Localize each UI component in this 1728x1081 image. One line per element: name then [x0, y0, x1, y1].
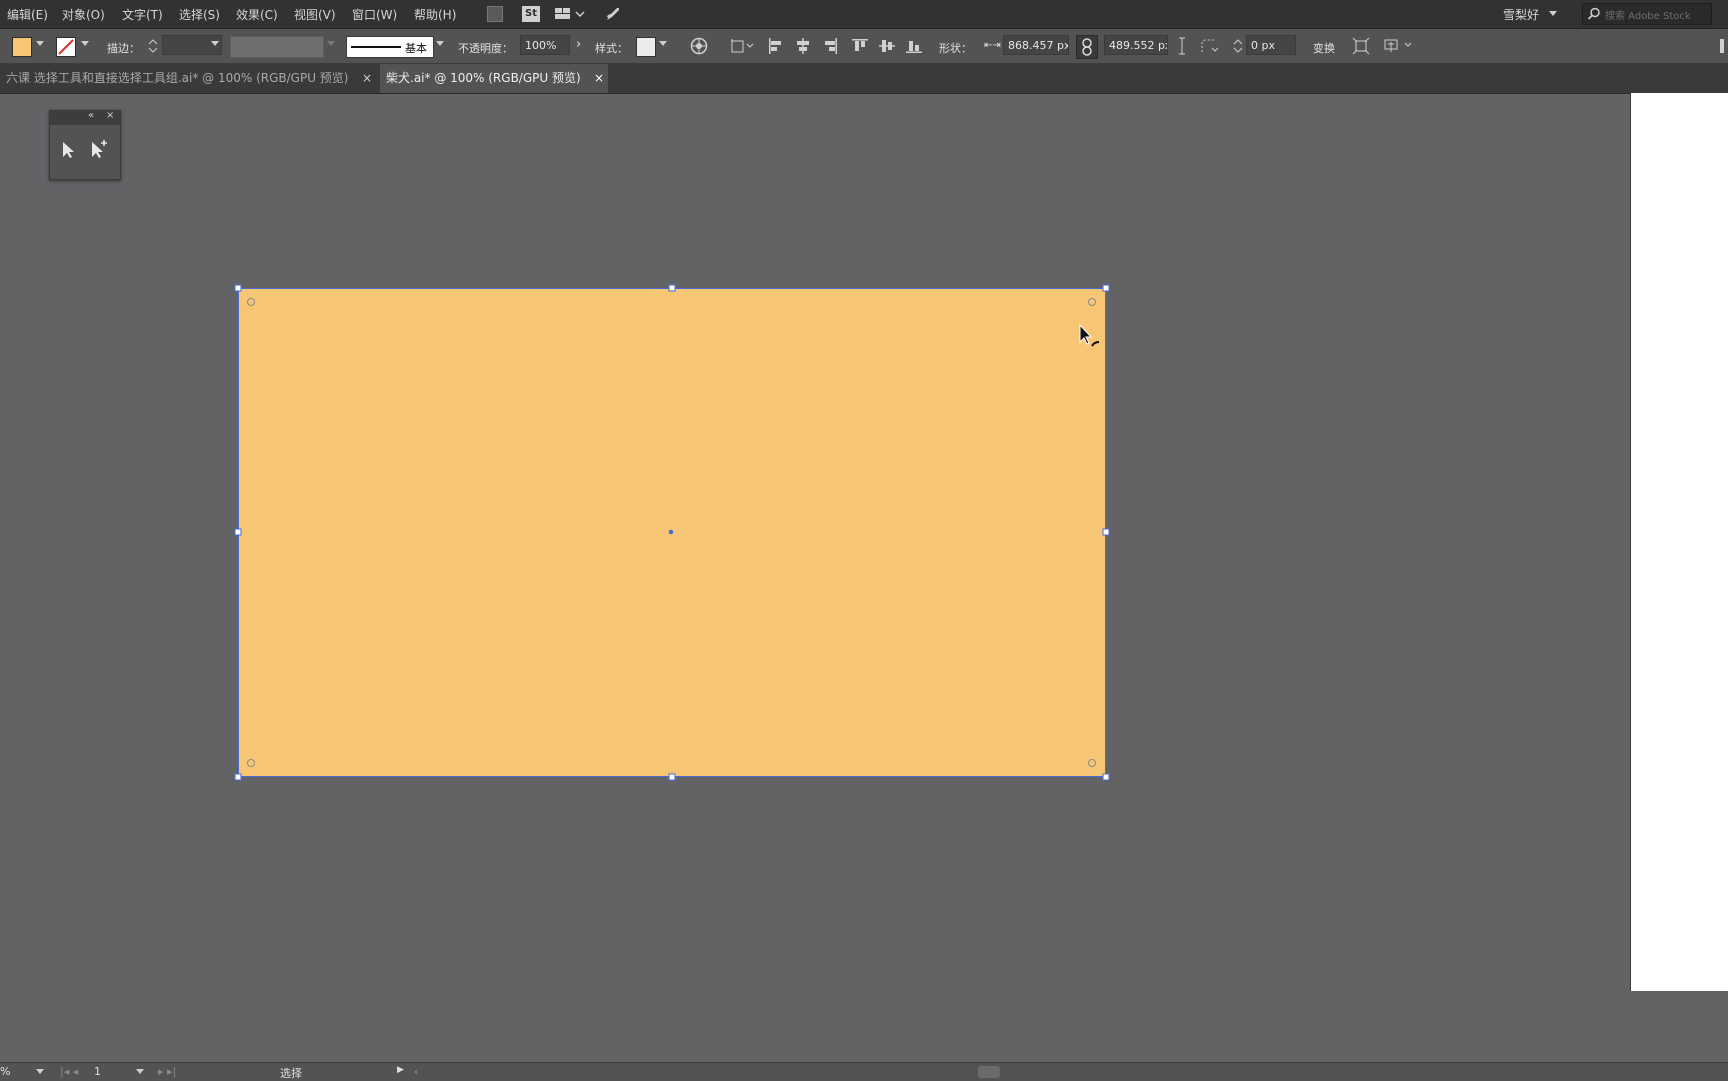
document-tab-bar: 六课 选择工具和直接选择工具组.ai* @ 100% (RGB/GPU 预览) … [0, 64, 1728, 94]
brush-chevron-down-icon[interactable] [436, 41, 444, 46]
status-menu-icon[interactable]: ▶ [397, 1065, 404, 1075]
search-placeholder: 搜索 Adobe Stock [1605, 11, 1691, 22]
shape-label: 形状： [939, 42, 972, 55]
isolate-selected-icon[interactable] [1352, 37, 1370, 55]
no-stroke-icon [58, 39, 74, 55]
menu-select[interactable]: 选择(S) [179, 6, 220, 23]
horizontal-scrollbar-thumb[interactable] [978, 1066, 1000, 1078]
shape-width-field[interactable]: 868.457 px [1003, 35, 1069, 55]
recolor-artwork-icon[interactable] [690, 37, 708, 55]
panel-menu-icon[interactable] [1720, 39, 1724, 53]
opacity-field[interactable]: 100% [520, 35, 570, 55]
reference-point-icon[interactable] [730, 38, 754, 54]
resize-handle[interactable] [1102, 773, 1110, 781]
current-tool[interactable]: 选择 [280, 1065, 302, 1081]
style-label: 样式： [595, 42, 628, 55]
resize-handle[interactable] [234, 528, 242, 536]
stroke-weight-chevron-down-icon[interactable] [211, 41, 219, 46]
menu-type[interactable]: 文字(T) [122, 6, 163, 23]
collapse-icon[interactable]: « [88, 110, 94, 121]
menu-help[interactable]: 帮助(H) [414, 6, 456, 23]
tab-label: 六课 选择工具和直接选择工具组.ai* @ 100% (RGB/GPU 预览) [6, 71, 349, 85]
align-left-icon[interactable] [768, 38, 784, 54]
style-chevron-down-icon[interactable] [659, 41, 667, 46]
resize-handle[interactable] [668, 773, 676, 781]
opacity-chevron-right-icon[interactable]: › [576, 37, 581, 52]
resize-handle[interactable] [1102, 284, 1110, 292]
bridge-button[interactable]: St [521, 5, 541, 23]
stroke-label: 描边： [107, 42, 140, 55]
corner-radius-stepper[interactable] [1233, 37, 1243, 55]
corner-radius-field[interactable]: 0 px [1246, 35, 1296, 55]
stroke-swatch[interactable] [56, 37, 76, 57]
mouse-cursor-icon [1078, 323, 1102, 355]
stroke-weight-stepper[interactable] [148, 37, 158, 55]
resize-handle[interactable] [234, 773, 242, 781]
menu-edit[interactable]: 编辑(E) [7, 6, 48, 23]
resize-handle[interactable] [668, 284, 676, 292]
shape-height-field[interactable]: 489.552 px [1104, 35, 1168, 55]
workspace-switcher[interactable]: 雪梨好 [1503, 6, 1539, 23]
brush-definition[interactable]: 基本 [346, 36, 434, 58]
rocket-icon[interactable] [603, 5, 623, 23]
graphic-style-swatch[interactable] [636, 37, 656, 57]
control-bar: 描边： 基本 不透明度： 100% › 样式： 形状： ⇤⇥ 868.457 p… [0, 29, 1728, 64]
corner-type-icon[interactable] [1200, 38, 1219, 54]
bridge-icon: St [522, 6, 540, 22]
resize-handle[interactable] [234, 284, 242, 292]
align-vertical-center-icon[interactable] [879, 38, 895, 54]
brush-label: 基本 [405, 42, 427, 55]
menu-effect[interactable]: 效果(C) [236, 6, 278, 23]
artboard-number[interactable]: 1 [94, 1065, 101, 1078]
align-bottom-icon[interactable] [906, 38, 922, 54]
opacity-label[interactable]: 不透明度： [458, 40, 513, 56]
link-icon [1082, 38, 1092, 56]
artboard[interactable] [1630, 93, 1728, 991]
selection-tool-icon[interactable] [61, 141, 77, 162]
menu-object[interactable]: 对象(O) [62, 6, 105, 23]
selection-tools-panel: « × [49, 110, 121, 180]
first-artboard-icon[interactable]: |◂ ◂ [60, 1065, 78, 1078]
height-icon [1177, 37, 1193, 55]
stock-search-input[interactable]: 搜索 Adobe Stock [1582, 3, 1712, 25]
menu-bar: 编辑(E) 对象(O) 文字(T) 选择(S) 效果(C) 视图(V) 窗口(W… [0, 0, 1728, 29]
panel-header[interactable]: « × [50, 110, 120, 125]
tab-close-icon[interactable]: × [362, 71, 372, 85]
status-bar: % |◂ ◂ 1 ▸ ▸| 选择 ▶ ‹ [0, 1062, 1728, 1081]
selected-rectangle[interactable] [234, 284, 1110, 781]
tab-document-shiba[interactable]: 柴犬.ai* @ 100% (RGB/GPU 预览) [380, 64, 608, 93]
direct-selection-tool-icon[interactable] [90, 139, 110, 162]
search-icon [1587, 7, 1600, 20]
zoom-chevron-down-icon[interactable] [36, 1069, 44, 1074]
menu-view[interactable]: 视图(V) [294, 6, 336, 23]
tab-close-icon[interactable]: × [594, 71, 604, 85]
resize-handle[interactable] [1102, 528, 1110, 536]
align-horizontal-center-icon[interactable] [795, 38, 811, 54]
fill-chevron-down-icon[interactable] [36, 41, 44, 46]
arrange-documents-icon[interactable] [555, 5, 585, 23]
stroke-chevron-down-icon[interactable] [81, 41, 89, 46]
close-icon[interactable]: × [106, 110, 114, 121]
next-artboard-icon[interactable]: ▸ ▸| [158, 1065, 176, 1078]
align-right-icon[interactable] [822, 38, 838, 54]
more-options-icon[interactable] [1384, 37, 1412, 53]
menu-window[interactable]: 窗口(W) [352, 6, 397, 23]
scroll-left-icon[interactable]: ‹ [414, 1065, 418, 1078]
fill-swatch[interactable] [12, 37, 32, 57]
variable-width-profile[interactable] [230, 36, 324, 58]
align-top-icon[interactable] [852, 38, 868, 54]
transform-link[interactable]: 变换 [1313, 40, 1335, 56]
tab-document-selection-tools[interactable]: 六课 选择工具和直接选择工具组.ai* @ 100% (RGB/GPU 预览) [0, 64, 376, 93]
artboard-chevron-down-icon[interactable] [136, 1069, 144, 1074]
constrain-proportions-button[interactable] [1076, 35, 1098, 59]
workspace-chevron-down-icon[interactable] [1549, 11, 1557, 16]
gpu-icon[interactable] [486, 5, 504, 23]
tab-label: 柴犬.ai* @ 100% (RGB/GPU 预览) [386, 71, 581, 85]
zoom-level[interactable]: % [0, 1065, 10, 1078]
profile-chevron-down-icon[interactable] [327, 41, 335, 46]
center-point [668, 529, 674, 535]
width-icon: ⇤⇥ [984, 40, 1001, 51]
